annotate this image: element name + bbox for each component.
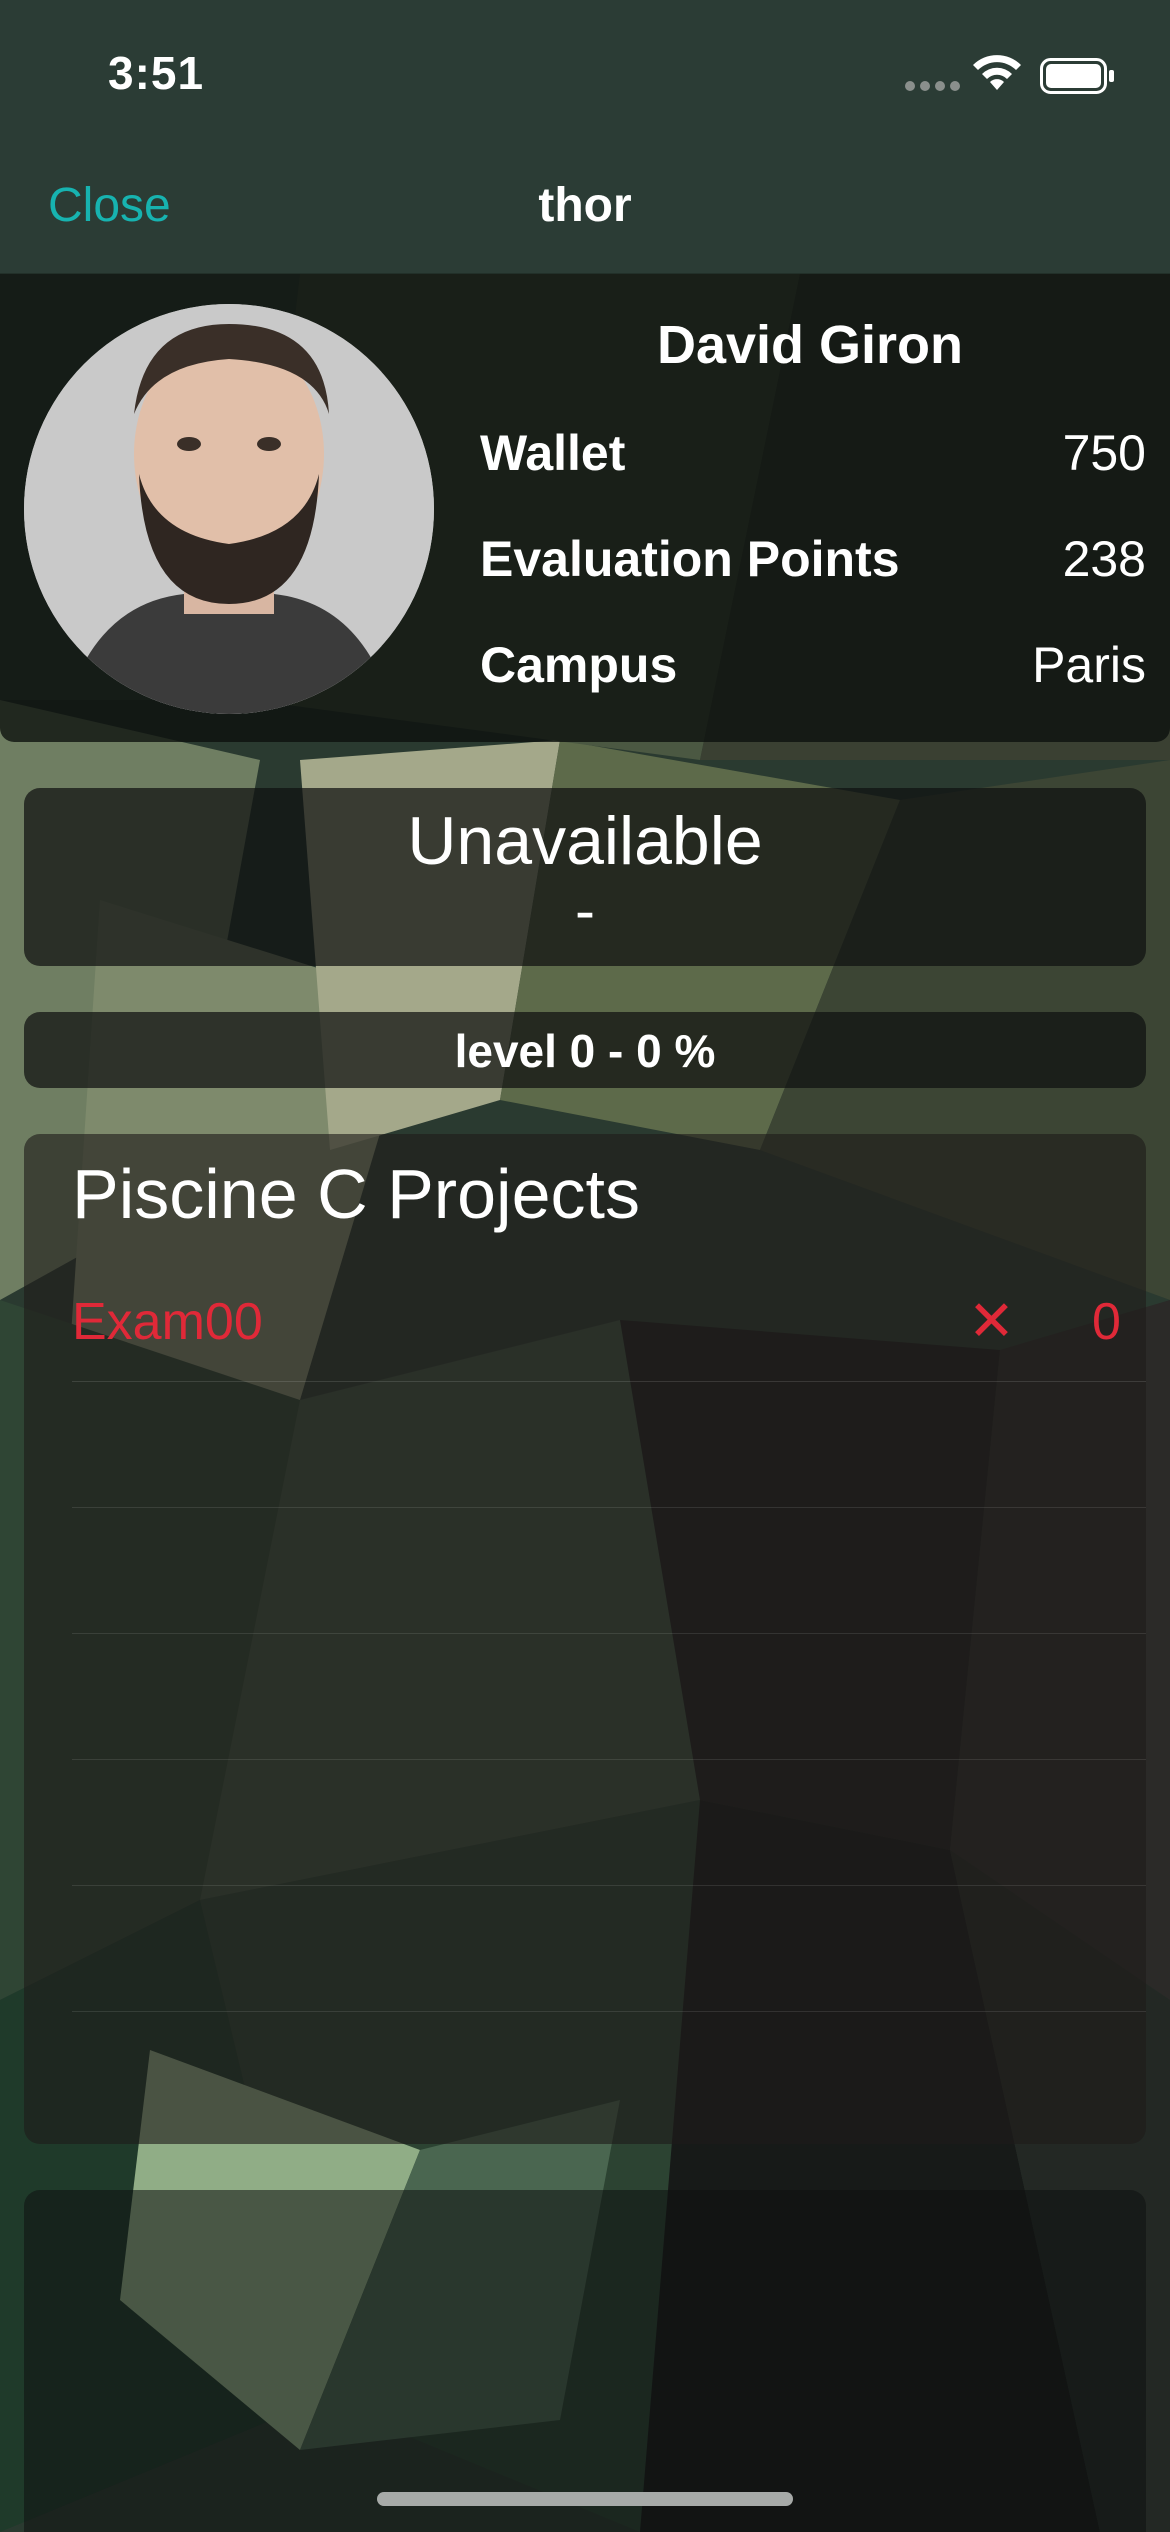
battery-icon xyxy=(1040,58,1114,94)
nav-title: thor xyxy=(538,179,632,232)
user-photo xyxy=(24,304,434,714)
skills-card xyxy=(24,2190,1146,2532)
screen: 3:51 Close thor David Giron Wallet 750 E… xyxy=(0,0,1170,2532)
stat-row-campus: Campus Paris xyxy=(480,636,1146,706)
project-row[interactable]: Exam00 ✕ 0 xyxy=(72,1256,1146,1382)
status-bar: 3:51 xyxy=(0,0,1170,140)
stat-row-wallet: Wallet 750 xyxy=(480,424,1146,494)
level-card: level 0 - 0 % xyxy=(24,1012,1146,1088)
stat-label: Wallet xyxy=(480,425,626,481)
stat-label: Campus xyxy=(480,637,678,693)
status-time: 3:51 xyxy=(108,47,205,99)
profile-name: David Giron xyxy=(656,315,964,375)
projects-title: Piscine C Projects xyxy=(72,1155,640,1233)
list-item xyxy=(72,1634,1146,1760)
signal-dots-icon xyxy=(905,81,960,91)
profile-header: David Giron Wallet 750 Evaluation Points… xyxy=(0,274,1170,742)
list-item xyxy=(72,1508,1146,1634)
availability-host: - xyxy=(575,877,595,944)
stat-row-evaluation-points: Evaluation Points 238 xyxy=(480,530,1146,600)
avatar xyxy=(24,304,434,714)
list-item xyxy=(72,1886,1146,2012)
list-item xyxy=(72,1382,1146,1508)
availability-status: Unavailable xyxy=(407,803,763,879)
project-grade: 0 xyxy=(1092,1293,1121,1351)
stat-value: 750 xyxy=(1062,425,1146,481)
wifi-icon xyxy=(973,55,1021,90)
project-name: Exam00 xyxy=(72,1293,263,1351)
list-item xyxy=(72,1760,1146,1886)
stat-label: Evaluation Points xyxy=(480,531,900,587)
level-text: level 0 - 0 % xyxy=(454,1025,716,1077)
availability-card: Unavailable - xyxy=(24,788,1146,966)
nav-bar: Close thor xyxy=(0,140,1170,274)
stat-value: Paris xyxy=(1032,637,1146,693)
stat-value: 238 xyxy=(1062,531,1146,587)
home-indicator[interactable] xyxy=(377,2492,793,2506)
x-icon: ✕ xyxy=(968,1289,1015,1352)
projects-card[interactable]: Piscine C Projects Exam00 ✕ 0 xyxy=(24,1134,1146,2144)
